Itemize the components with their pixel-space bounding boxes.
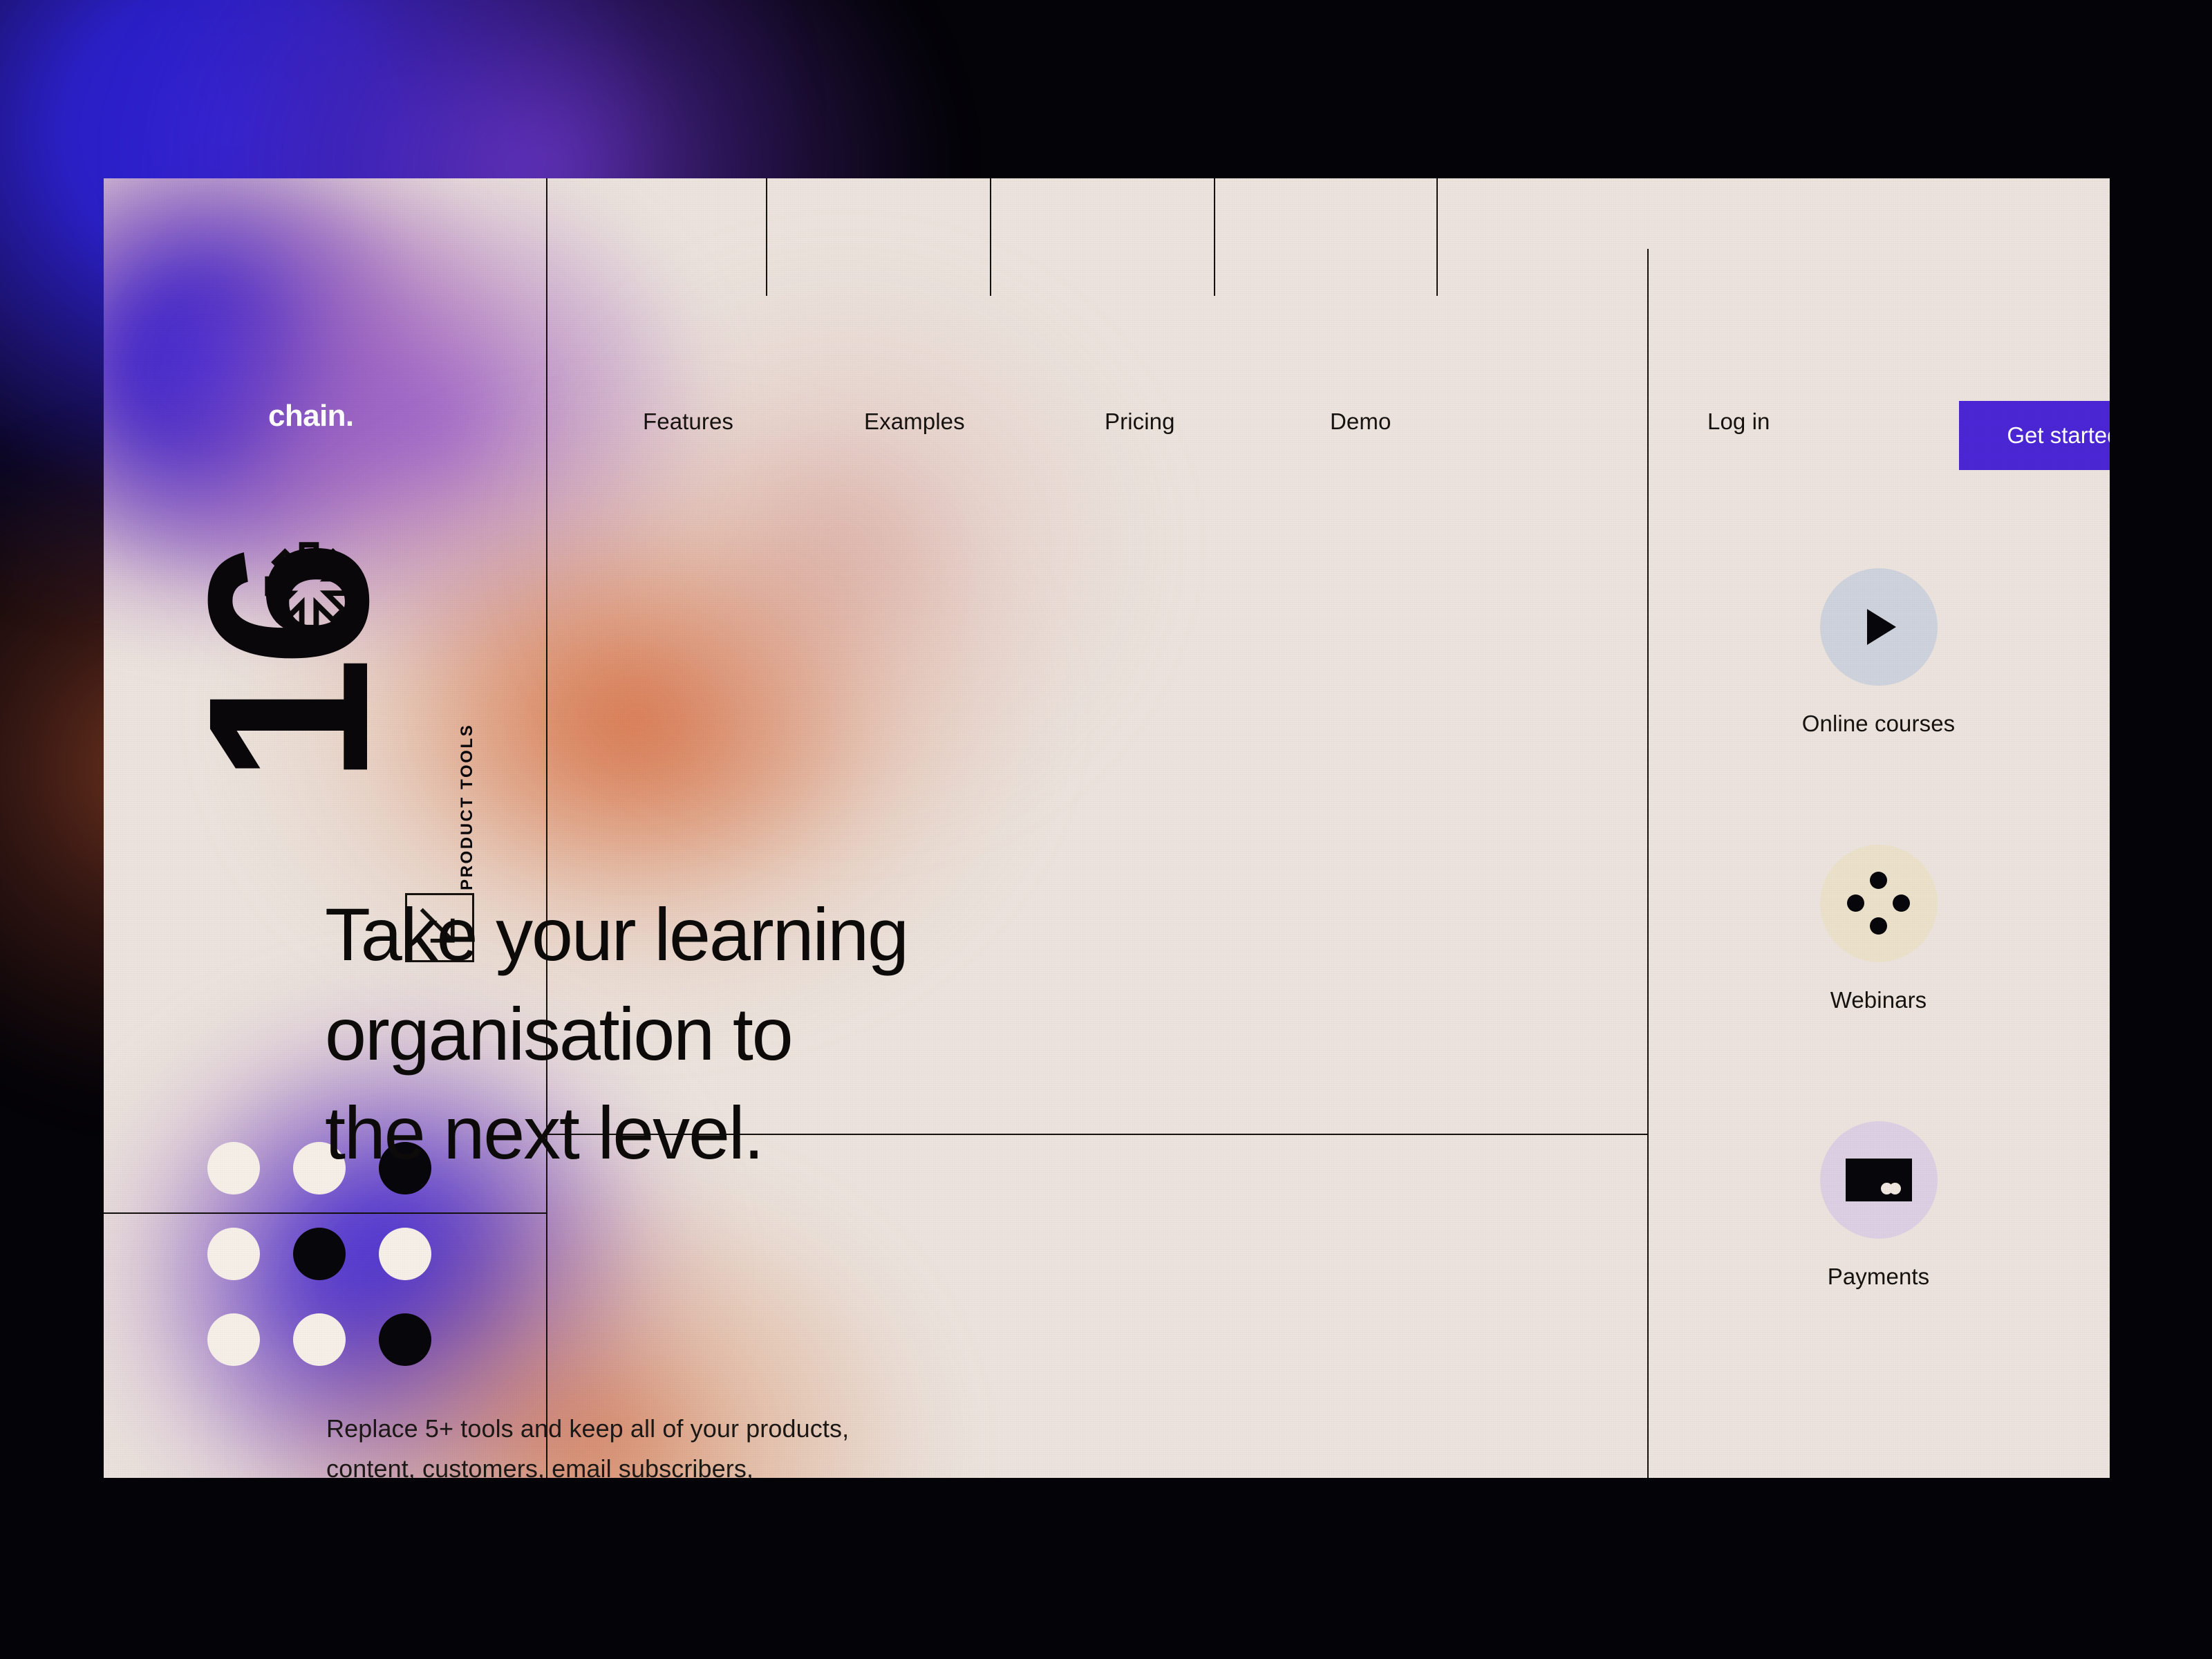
nav-link-features[interactable]: Features [643,409,733,435]
rail-item-payments[interactable]: Payments [1647,1121,2110,1290]
tools-count: 16 [160,549,415,784]
rail-item-online-courses[interactable]: Online courses [1647,568,2110,737]
rail-label-webinars: Webinars [1830,987,1927,1013]
grid-dot [293,1228,346,1280]
grid-dot [207,1313,260,1366]
mesh-pink [532,261,1154,828]
grid-dot [207,1228,260,1280]
rail-label-payments: Payments [1827,1264,1930,1289]
page-title: Take your learning organisation to the n… [325,892,909,1175]
grid-dot [207,1142,260,1194]
tools-caption: PRODUCT TOOLS [458,723,476,890]
page-backdrop: chain. Features Examples Pricing Demo Lo… [0,0,2212,1659]
play-icon-circle [1819,568,1938,686]
hero-card: chain. Features Examples Pricing Demo Lo… [104,178,2110,1478]
brand-logo[interactable]: chain. [268,399,354,433]
grid-dot [293,1313,346,1366]
credit-card-icon [1845,1159,1912,1201]
play-icon [1866,609,1896,645]
grid-dot [379,1228,431,1280]
four-dots-icon [1846,872,1911,935]
rail-label-online-courses: Online courses [1801,711,1956,736]
nav-link-examples[interactable]: Examples [864,409,965,435]
grid-dot [379,1313,431,1366]
feature-rail: Online courses Webinars Payments [1647,178,2110,1478]
rail-item-webinars[interactable]: Webinars [1647,845,2110,1013]
nav-link-pricing[interactable]: Pricing [1105,409,1175,435]
credit-card-icon-circle [1819,1121,1938,1239]
four-dots-icon-circle [1819,845,1938,962]
nav-link-demo[interactable]: Demo [1330,409,1391,435]
hero-description: Replace 5+ tools and keep all of your pr… [326,1414,850,1478]
